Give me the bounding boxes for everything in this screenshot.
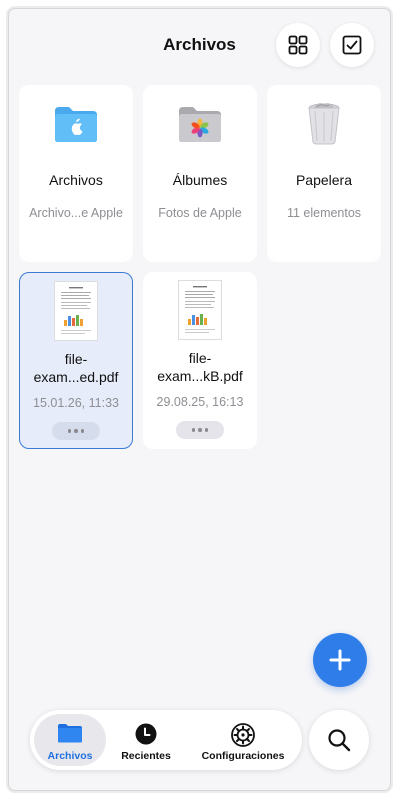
location-card-albumes[interactable]: Álbumes Fotos de Apple bbox=[143, 85, 257, 262]
more-options-button[interactable] bbox=[52, 422, 100, 440]
photos-folder-icon bbox=[179, 107, 221, 142]
checkbox-icon bbox=[342, 35, 362, 55]
file-date: 15.01.26, 11:33 bbox=[33, 396, 119, 410]
grid-view-button[interactable] bbox=[276, 23, 320, 67]
location-subtitle: Archivo...e Apple bbox=[29, 206, 123, 220]
search-button[interactable] bbox=[309, 710, 369, 770]
folder-icon bbox=[58, 724, 82, 743]
file-card[interactable]: file- exam...ed.pdf 15.01.26, 11:33 bbox=[19, 272, 133, 449]
file-date: 29.08.25, 16:13 bbox=[156, 395, 244, 409]
icloud-folder-icon bbox=[55, 107, 97, 142]
file-name: file- exam...kB.pdf bbox=[157, 350, 243, 384]
location-name: Papelera bbox=[295, 172, 353, 188]
pdf-thumbnail bbox=[55, 282, 97, 340]
tab-label: Archivos bbox=[47, 750, 93, 762]
pdf-thumbnail bbox=[179, 281, 221, 339]
add-button[interactable] bbox=[313, 633, 367, 687]
more-options-button[interactable] bbox=[176, 421, 224, 439]
tab-bar: Archivos Recientes Configuraciones bbox=[30, 710, 302, 770]
app-window: Archivos Archivos Archivo...e Apple Álbu… bbox=[9, 9, 390, 790]
tab-label: Recientes bbox=[121, 750, 171, 762]
tab-label: Configuraciones bbox=[201, 750, 285, 762]
tab-configuraciones[interactable]: Configuraciones bbox=[190, 714, 296, 766]
gear-icon bbox=[231, 723, 255, 747]
select-button[interactable] bbox=[330, 23, 374, 67]
file-name: file- exam...ed.pdf bbox=[33, 351, 119, 385]
clock-icon bbox=[135, 723, 157, 745]
grid-icon bbox=[288, 35, 308, 55]
tab-recientes[interactable]: Recientes bbox=[110, 714, 182, 766]
location-card-archivos[interactable]: Archivos Archivo...e Apple bbox=[19, 85, 133, 262]
location-card-papelera[interactable]: Papelera 11 elementos bbox=[267, 85, 381, 262]
location-name: Archivos bbox=[49, 172, 103, 188]
ellipsis-icon bbox=[191, 428, 196, 432]
location-subtitle: Fotos de Apple bbox=[158, 206, 242, 220]
file-card[interactable]: file- exam...kB.pdf 29.08.25, 16:13 bbox=[143, 272, 257, 449]
ellipsis-icon bbox=[67, 429, 72, 433]
location-subtitle: 11 elementos bbox=[286, 206, 362, 220]
search-icon bbox=[328, 729, 351, 752]
plus-icon bbox=[329, 649, 351, 671]
trash-icon bbox=[308, 103, 340, 145]
location-name: Álbumes bbox=[172, 172, 228, 188]
tab-archivos[interactable]: Archivos bbox=[34, 714, 106, 766]
